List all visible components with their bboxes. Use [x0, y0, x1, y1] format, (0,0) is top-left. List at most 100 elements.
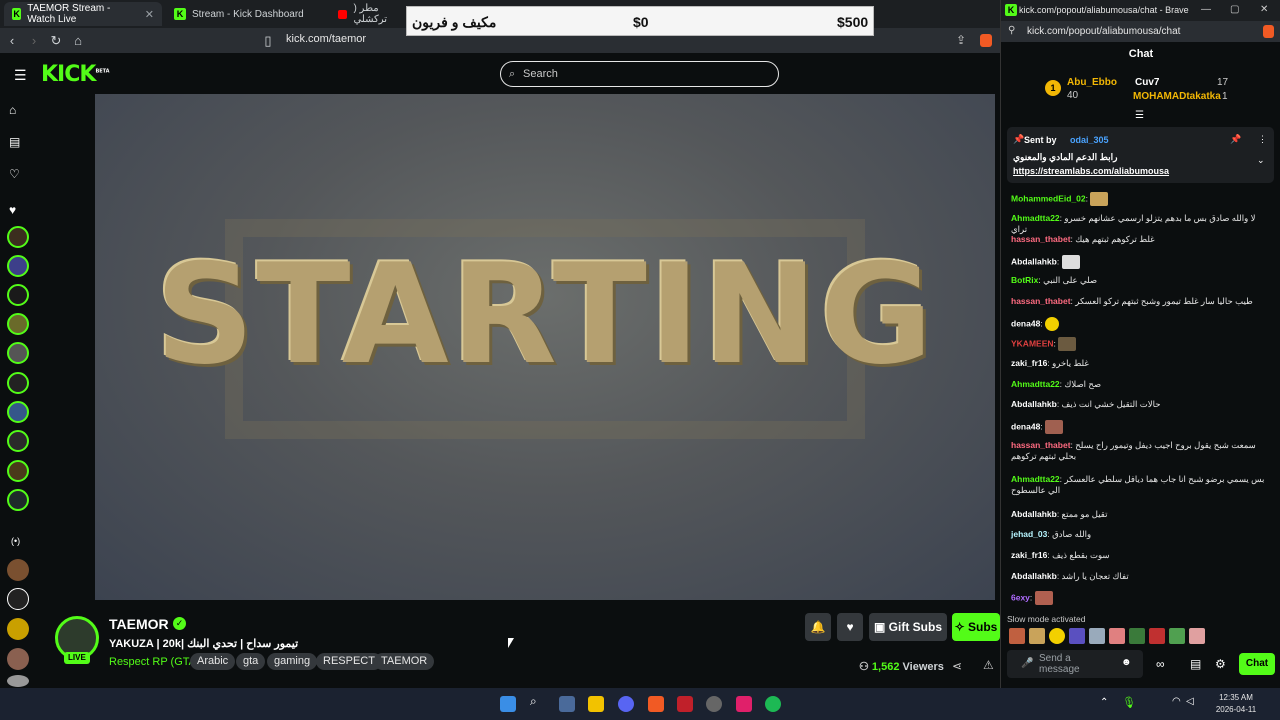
emote-icon [1045, 317, 1060, 331]
channel-avatar[interactable] [7, 460, 29, 482]
tab-label: مطر ( تركشلي [353, 3, 388, 25]
tag-gaming[interactable]: gaming [267, 653, 318, 670]
tab-taemor-stream[interactable]: K TAEMOR Stream - Watch Live ✕ [4, 2, 162, 26]
following-icon[interactable]: ♡ [9, 167, 20, 181]
tag-arabic[interactable]: Arabic [190, 653, 236, 670]
channel-avatar[interactable] [7, 489, 29, 511]
leaderboard-user[interactable]: Abu_Ebbo [1067, 77, 1117, 88]
chat-message: jehad_03: والله صادق [1011, 529, 1092, 539]
tag-taemor[interactable]: TAEMOR [374, 653, 435, 670]
pinned-link[interactable]: https://streamlabs.com/aliabumousa [1013, 166, 1169, 176]
emote-icon[interactable] [1049, 628, 1065, 644]
pinned-sender[interactable]: odai_305 [1070, 135, 1109, 145]
emote-icon[interactable] [1009, 628, 1025, 644]
channel-avatar[interactable] [7, 648, 29, 670]
microphone-icon[interactable]: 🎙 [1122, 696, 1136, 709]
emote-icon[interactable] [1149, 628, 1165, 644]
channel-avatar[interactable] [7, 284, 29, 306]
maximize-icon[interactable]: ▢ [1230, 4, 1239, 15]
menu-icon[interactable]: ☰ [14, 67, 27, 84]
search-icon[interactable]: ⌕ [530, 694, 546, 710]
tag-respect[interactable]: RESPECT [316, 653, 382, 670]
microphone-icon[interactable]: 🎤 [1021, 658, 1033, 669]
chat-message: Abdallahkb: [1011, 255, 1273, 269]
more-options-icon[interactable]: ⋮ [1258, 134, 1267, 145]
discord-icon[interactable] [618, 696, 634, 712]
emote-icon[interactable] [1069, 628, 1085, 644]
reload-icon[interactable]: ↻ [46, 33, 66, 49]
emote-icon[interactable] [1029, 628, 1045, 644]
emote-icon[interactable] [1109, 628, 1125, 644]
channel-avatar[interactable] [7, 675, 29, 687]
channel-avatar[interactable] [7, 342, 29, 364]
share-icon[interactable]: ⇪ [956, 33, 966, 47]
channel-avatar[interactable] [7, 618, 29, 640]
brave-icon[interactable] [648, 696, 664, 712]
close-icon[interactable]: ✕ [1260, 4, 1268, 15]
channel-points-icon[interactable]: ∞ [1156, 657, 1165, 671]
taskbar-clock[interactable]: 12:35 AM 2026-04-11 [1210, 692, 1262, 716]
gift-subs-button[interactable]: ▣ Gift Subs [869, 613, 947, 641]
channel-avatar[interactable] [7, 430, 29, 452]
follow-heart-icon[interactable]: ♥ [837, 613, 863, 641]
home-icon[interactable]: ⌂ [68, 33, 88, 48]
kick-logo[interactable]: KICKBETA [41, 62, 110, 87]
home-icon[interactable]: ⌂ [9, 103, 16, 117]
chat-message-input[interactable]: 🎤 Send a message ☻ [1007, 650, 1143, 678]
browse-icon[interactable]: ▤ [9, 135, 20, 149]
brave-shield-icon[interactable] [980, 34, 992, 47]
channel-name[interactable]: TAEMOR [109, 616, 169, 632]
chevron-up-icon[interactable]: ⌃ [1100, 697, 1108, 708]
emote-icon[interactable] [1189, 628, 1205, 644]
url-field[interactable]: kick.com/taemor [286, 33, 366, 45]
close-tab-icon[interactable]: ✕ [145, 8, 154, 21]
site-info-icon[interactable]: ⚲ [1008, 25, 1015, 36]
emote-icon[interactable] [1129, 628, 1145, 644]
notification-bell-icon[interactable]: 🔔 [805, 613, 831, 641]
channel-avatar[interactable] [7, 226, 29, 248]
brave-shield-icon[interactable] [1263, 25, 1274, 38]
minimize-icon[interactable]: — [1201, 4, 1211, 15]
subscribe-button[interactable]: ✧ Subs [952, 613, 1000, 641]
volume-icon[interactable]: ◁ [1186, 696, 1194, 707]
widgets-icon[interactable] [559, 696, 575, 712]
tag-gta[interactable]: gta [236, 653, 266, 670]
chevron-down-icon[interactable]: ⌄ [1257, 155, 1265, 166]
video-player[interactable]: STARTING [95, 94, 995, 600]
warning-icon[interactable]: ⚠ [983, 658, 994, 672]
channel-avatar[interactable] [7, 313, 29, 335]
settings-gear-icon[interactable]: ⚙ [1215, 657, 1226, 671]
emote-icon[interactable] [1089, 628, 1105, 644]
collapse-icon[interactable]: ☰ [1135, 110, 1144, 121]
emote-icon[interactable] [1169, 628, 1185, 644]
app-icon[interactable] [706, 696, 722, 712]
channel-avatar[interactable] [7, 559, 29, 581]
bookmark-icon[interactable]: ▯ [258, 33, 278, 49]
forward-icon[interactable]: › [24, 33, 44, 48]
channel-avatar[interactable] [7, 372, 29, 394]
file-explorer-icon[interactable] [588, 696, 604, 712]
chat-address-bar: ⚲ kick.com/popout/aliabumousa/chat [1001, 21, 1280, 42]
stream-category[interactable]: Respect RP (GTA) [109, 656, 200, 668]
tab-kick-dashboard[interactable]: K Stream - Kick Dashboard [166, 2, 324, 26]
app-icon[interactable] [736, 696, 752, 712]
app-icon[interactable] [677, 696, 693, 712]
back-icon[interactable]: ‹ [2, 33, 22, 48]
send-chat-button[interactable]: Chat [1239, 653, 1275, 675]
leaderboard-user[interactable]: Cuv7 [1135, 77, 1159, 88]
store-icon[interactable]: ▤ [1190, 657, 1201, 671]
wifi-icon[interactable]: ◠ [1172, 696, 1181, 707]
stream-title: YAKUZA | 20k| تيمور سداح | تحدي البنك [109, 638, 299, 650]
spotify-icon[interactable] [765, 696, 781, 712]
channel-avatar[interactable] [7, 401, 29, 423]
unpin-icon[interactable]: 📌 [1230, 134, 1241, 145]
search-input[interactable]: ⌕ Search [500, 61, 779, 87]
emoji-icon[interactable]: ☻ [1121, 657, 1132, 668]
channel-avatar[interactable] [7, 588, 29, 610]
leaderboard-user[interactable]: MOHAMADtakatka [1133, 91, 1221, 102]
chat-url-field[interactable]: kick.com/popout/aliabumousa/chat [1027, 26, 1180, 37]
channel-avatar[interactable] [7, 255, 29, 277]
share-icon[interactable]: ⋖ [952, 659, 962, 673]
start-menu-icon[interactable] [500, 696, 516, 712]
tab-youtube[interactable]: مطر ( تركشلي [330, 2, 410, 26]
